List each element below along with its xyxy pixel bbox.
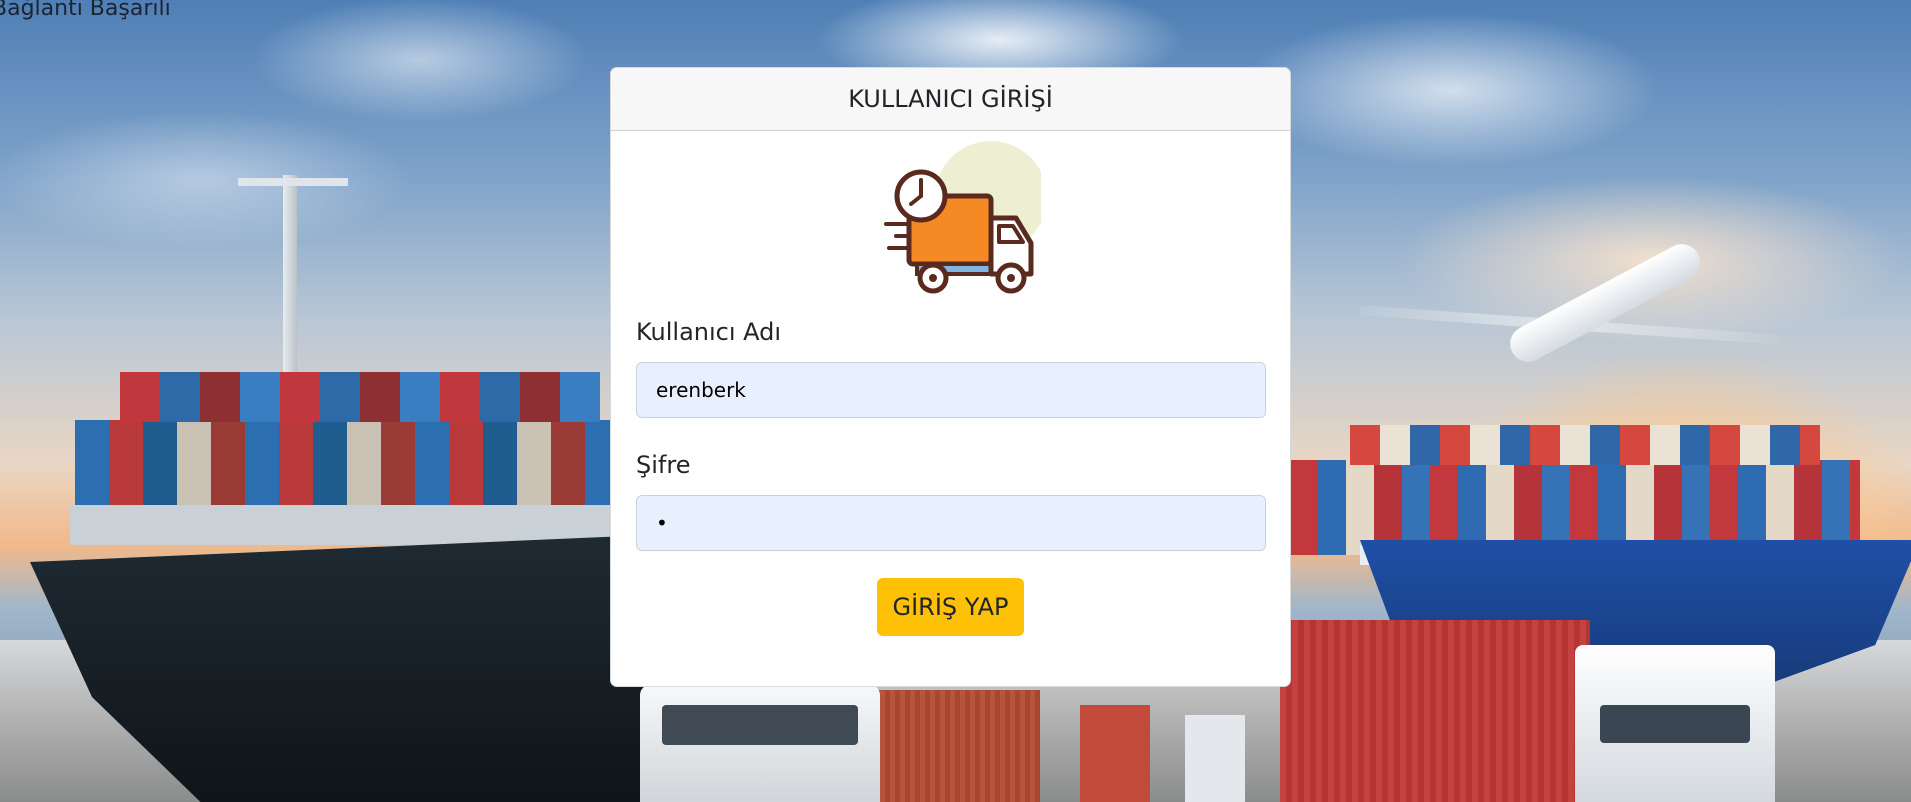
ship-deck (70, 505, 630, 545)
login-title: KULLANICI GİRİŞİ (611, 68, 1290, 131)
username-input[interactable] (636, 362, 1266, 418)
login-card: KULLANICI GİRİŞİ Kullanıcı Adı erenberk … (610, 67, 1291, 687)
small-trailer (1080, 705, 1150, 802)
container-trailer (870, 690, 1040, 802)
login-button[interactable]: GİRİŞ YAP (877, 578, 1024, 636)
login-page: Bağlantı Başarılı KULLANICI GİRİŞİ Kulla… (0, 0, 1911, 802)
ship-mast-bar (238, 178, 348, 186)
password-input[interactable] (636, 495, 1266, 551)
truck-windshield (662, 705, 858, 745)
username-label: Kullanıcı Adı (636, 318, 782, 346)
connection-status: Bağlantı Başarılı (0, 0, 171, 21)
truck-windshield-right (1600, 705, 1750, 743)
delivery-truck-icon (871, 138, 1047, 298)
right-container-stack-upper (1350, 425, 1820, 465)
left-container-stack (75, 420, 625, 510)
small-truck (1185, 715, 1245, 802)
left-container-stack-top (120, 372, 600, 422)
red-trailer (1280, 620, 1590, 802)
password-label: Şifre (636, 451, 691, 479)
